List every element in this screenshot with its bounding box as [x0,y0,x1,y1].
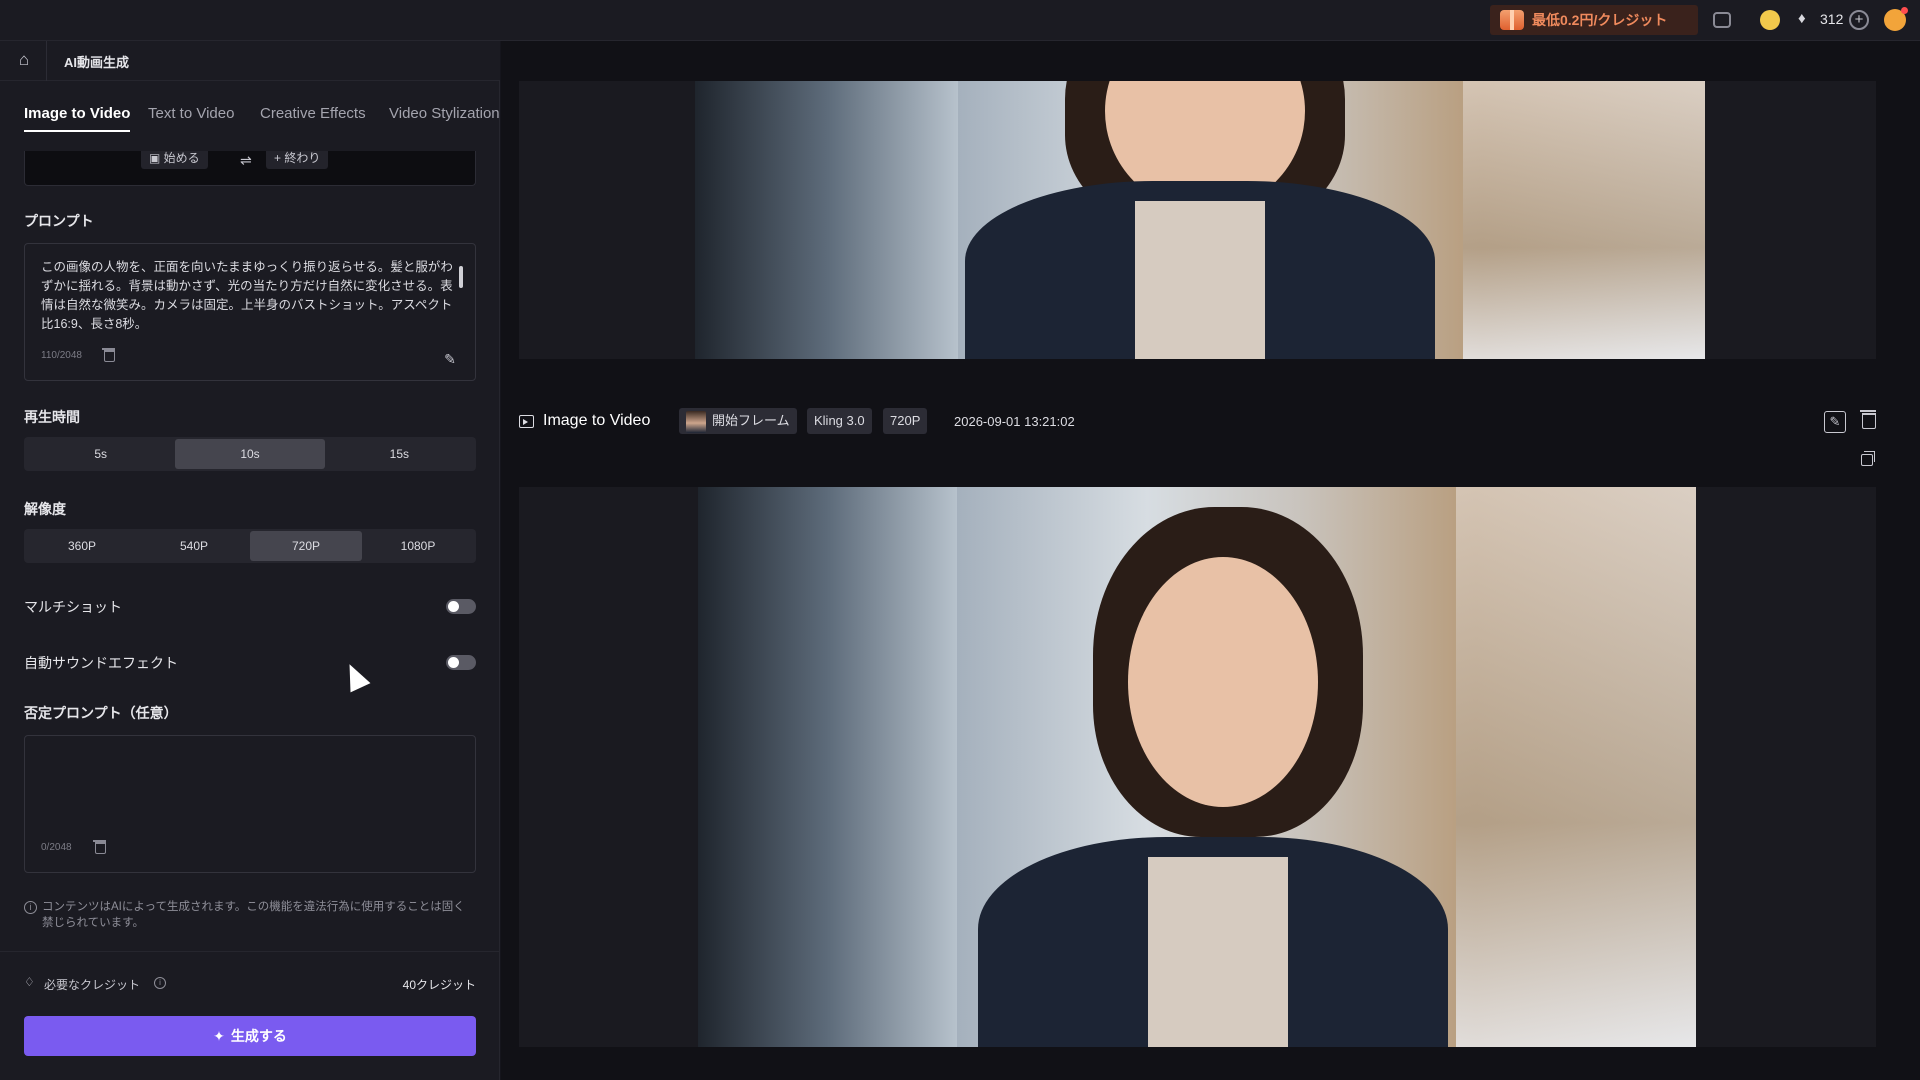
plus-small-icon: + [274,151,285,165]
avatar[interactable] [1884,7,1908,31]
message-icon[interactable] [1713,12,1731,28]
background-window [698,487,958,1047]
results-area: Image to Video 開始フレーム Kling 3.0 720P 202… [501,41,1920,1080]
credit-balance: 312 [1820,11,1844,27]
multishot-row: マルチショット [24,596,476,616]
resolution-chip: 720P [883,408,928,434]
settings-panel: Image to Video Text to Video Creative Ef… [0,81,500,1080]
divider [46,41,47,81]
model-chip: Kling 3.0 [807,408,872,434]
swap-icon[interactable]: ⇌ [240,152,252,169]
top-bar: 最低0.2円/クレジット ♦ 312 + [0,0,1920,41]
auto-sound-row: 自動サウンドエフェクト [24,652,476,672]
ai-notice-text: コンテンツはAIによって生成されます。この機能を違法行為に使用することは固く禁じ… [42,901,465,929]
multishot-toggle[interactable] [446,599,476,614]
portrait-face [1128,557,1318,807]
negative-prompt-label: 否定プロンプト（任意） [24,705,178,721]
clear-negative-prompt-icon[interactable] [93,840,106,854]
previous-result-card[interactable] [519,81,1876,359]
start-frame-thumbnail [686,410,706,433]
end-frame-label: 終わり [284,151,321,165]
resolution-selector: 360P 540P 720P 1080P [24,529,476,563]
start-frame-label: 始める [163,151,200,165]
promo-banner[interactable]: 最低0.2円/クレジット [1490,5,1698,35]
gift-icon [1500,10,1524,30]
result-timestamp: 2026-09-01 13:21:02 [954,414,1075,429]
generate-label: 生成する [230,1028,287,1044]
sparkle-icon: ✦ [213,1028,225,1044]
resolution-option-720p[interactable]: 720P [250,531,362,561]
clear-prompt-icon[interactable] [102,348,115,362]
resolution-label: 解像度 [24,501,66,517]
end-frame-button[interactable]: + 終わり [266,151,329,169]
background-window [695,81,958,359]
start-frame-button[interactable]: ▣ 始める [141,151,208,169]
result-meta-row: Image to Video 開始フレーム Kling 3.0 720P 202… [519,408,1876,438]
duration-selector: 5s 10s 15s [24,437,476,471]
frame-selector: ▣ 始める ⇌ + 終わり [24,151,476,186]
image-icon: ▣ [149,151,164,165]
video-preview[interactable] [698,487,1696,1047]
duration-option-5s[interactable]: 5s [26,439,175,469]
edit-icon[interactable]: ✎ [1824,411,1846,433]
tab-text-to-video[interactable]: Text to Video [148,105,234,122]
start-frame-chip[interactable]: 開始フレーム [679,408,797,434]
required-credits-row: ♢ 必要なクレジット i 40クレジット [24,975,476,993]
resolution-option-540p[interactable]: 540P [138,531,250,561]
app-title: AI動画生成 [64,55,130,70]
prompt-input[interactable]: この画像の人物を、正面を向いたままゆっくり振り返らせる。髪と服がわずかに揺れる。… [24,243,476,381]
delete-icon[interactable] [1860,410,1876,429]
mode-tabs: Image to Video Text to Video Creative Ef… [0,81,500,133]
gem-icon: ♦ [1798,10,1806,27]
resolution-option-1080p[interactable]: 1080P [362,531,474,561]
coin-icon[interactable] [1760,10,1780,30]
negative-prompt-input[interactable]: 0/2048 [24,735,476,873]
prompt-label: プロンプト [24,213,94,229]
prompt-text[interactable]: この画像の人物を、正面を向いたままゆっくり振り返らせる。髪と服がわずかに揺れる。… [41,258,459,334]
sub-header: ⌂ AI動画生成 [0,41,500,81]
result-card[interactable] [519,487,1876,1047]
ai-notice: i コンテンツはAIによって生成されます。この機能を違法行為に使用することは固く… [24,899,476,931]
required-credits-value: 40クレジット [402,978,476,992]
plus-icon[interactable]: + [1849,10,1869,30]
tab-image-to-video[interactable]: Image to Video [24,105,131,132]
promo-text: 最低0.2円/クレジット [1532,12,1668,28]
home-icon[interactable]: ⌂ [14,50,34,70]
video-icon [519,415,534,428]
background-office [1456,487,1696,1047]
generate-button[interactable]: ✦ 生成する [24,1016,476,1056]
prompt-scrollbar[interactable] [459,266,463,288]
result-title: Image to Video [543,412,651,429]
tab-video-stylization[interactable]: Video Stylization [389,105,500,122]
auto-sound-toggle[interactable] [446,655,476,670]
enhance-prompt-icon[interactable]: ✎ [441,350,459,368]
auto-sound-label: 自動サウンドエフェクト [24,655,178,671]
duration-option-15s[interactable]: 15s [325,439,474,469]
copy-icon[interactable] [1861,451,1875,466]
multishot-label: マルチショット [24,599,122,615]
resolution-option-360p[interactable]: 360P [26,531,138,561]
gem-icon: ♢ [24,975,35,989]
tab-creative-effects[interactable]: Creative Effects [260,105,366,122]
divider [0,951,500,952]
portrait-blouse [1148,857,1288,1047]
video-preview[interactable] [695,81,1705,359]
start-frame-chip-label: 開始フレーム [712,413,790,428]
info-icon: i [24,901,37,914]
background-office [1462,81,1705,359]
portrait-blouse [1135,201,1265,359]
duration-option-10s[interactable]: 10s [175,439,325,469]
negative-prompt-counter: 0/2048 [41,842,72,853]
duration-label: 再生時間 [24,409,80,425]
info-icon[interactable]: i [154,977,166,989]
prompt-counter: 110/2048 [41,350,82,361]
required-credits-label: 必要なクレジット [44,978,141,992]
